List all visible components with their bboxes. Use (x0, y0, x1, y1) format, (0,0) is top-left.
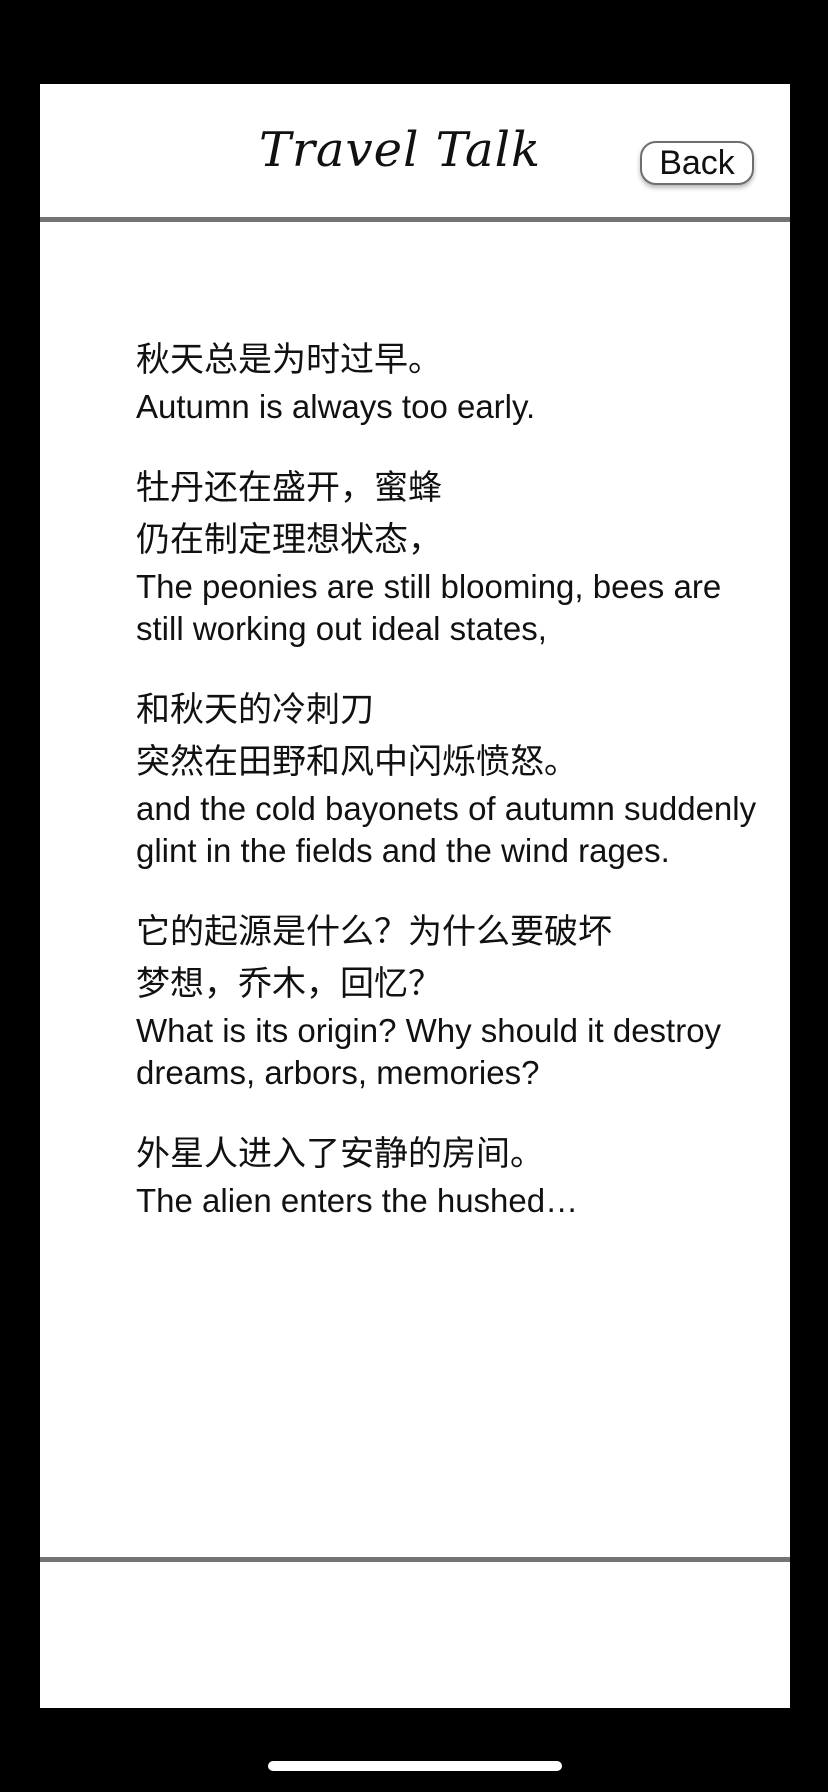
english-line: The alien enters the hushed… (136, 1182, 579, 1219)
chinese-line: 外星人进入了安静的房间。 (136, 1134, 544, 1174)
chinese-line: 和秋天的冷刺刀 (136, 690, 374, 730)
stanza: 外星人进入了安静的房间。 The alien enters the hushed… (136, 1128, 766, 1222)
home-indicator[interactable] (268, 1761, 562, 1771)
chinese-line: 梦想，乔木，回忆？ (136, 964, 442, 1004)
header-bar: Travel Talk Back (40, 84, 790, 218)
stanza: 牡丹还在盛开，蜜蜂 仍在制定理想状态， The peonies are stil… (136, 462, 766, 650)
screen: Travel Talk Back 秋天总是为时过早。 Autumn is alw… (0, 0, 828, 1792)
header-divider (40, 217, 790, 222)
english-line: The peonies are still blooming, bees are… (136, 568, 722, 647)
footer-divider (40, 1557, 790, 1562)
stanza: 秋天总是为时过早。 Autumn is always too early. (136, 334, 766, 428)
back-button[interactable]: Back (640, 141, 754, 185)
english-line: and the cold bayonets of autumn suddenly… (136, 790, 757, 869)
chinese-line: 突然在田野和风中闪烁愤怒。 (136, 742, 578, 782)
chinese-line: 仍在制定理想状态， (136, 520, 442, 560)
stanza: 和秋天的冷刺刀 突然在田野和风中闪烁愤怒。 and the cold bayon… (136, 684, 766, 872)
chinese-line: 它的起源是什么？为什么要破坏 (136, 912, 612, 952)
poem-text[interactable]: 秋天总是为时过早。 Autumn is always too early. 牡丹… (136, 334, 766, 1256)
chinese-line: 秋天总是为时过早。 (136, 340, 442, 380)
chinese-line: 牡丹还在盛开，蜜蜂 (136, 468, 442, 508)
english-line: Autumn is always too early. (136, 388, 536, 425)
english-line: What is its origin? Why should it destro… (136, 1012, 722, 1091)
content-panel: Travel Talk Back 秋天总是为时过早。 Autumn is alw… (40, 84, 790, 1708)
stanza: 它的起源是什么？为什么要破坏 梦想，乔木，回忆？ What is its ori… (136, 906, 766, 1094)
